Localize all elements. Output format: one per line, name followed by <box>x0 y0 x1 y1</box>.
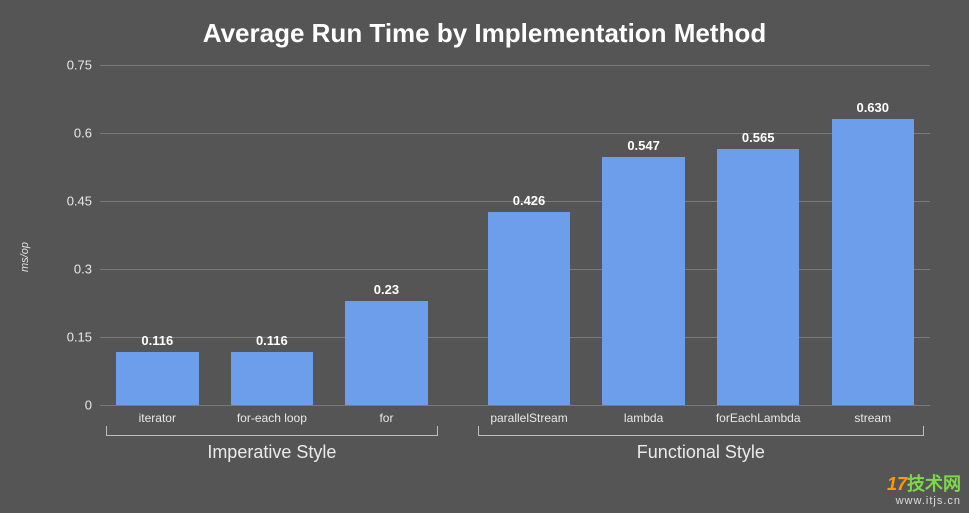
group: Imperative Style <box>100 426 444 472</box>
bar: 0.116 <box>231 352 313 405</box>
watermark: 17技术网 www.itjs.cn <box>887 475 961 507</box>
y-tick-label: 0.45 <box>52 194 92 209</box>
bar-slot: 0.547 <box>586 65 701 405</box>
bars-container: 0.1160.1160.230.4260.5470.5650.630 <box>100 65 930 405</box>
bar: 0.116 <box>116 352 198 405</box>
bar-slot: 0.23 <box>329 65 444 405</box>
bar-slot: 0.116 <box>100 65 215 405</box>
watermark-url: www.itjs.cn <box>887 495 961 507</box>
bar: 0.565 <box>717 149 799 405</box>
group-bracket <box>106 426 438 436</box>
bar: 0.547 <box>602 157 684 405</box>
bar-value-label: 0.547 <box>602 138 684 157</box>
y-tick-label: 0.3 <box>52 262 92 277</box>
y-axis-label: ms/op <box>19 242 31 272</box>
bar-value-label: 0.426 <box>488 193 570 212</box>
x-tick-label: parallelStream <box>472 405 587 425</box>
bar-slot: 0.630 <box>815 65 930 405</box>
watermark-brand: 17技术网 <box>887 475 961 495</box>
x-tick-label: forEachLambda <box>701 405 816 425</box>
bar-slot: 0.116 <box>215 65 330 405</box>
x-tick-label: iterator <box>100 405 215 425</box>
group-bracket <box>478 426 924 436</box>
y-tick-label: 0.75 <box>52 58 92 73</box>
chart-title: Average Run Time by Implementation Metho… <box>0 0 969 49</box>
bar-value-label: 0.116 <box>231 333 313 352</box>
group: Functional Style <box>472 426 930 472</box>
bar-value-label: 0.630 <box>832 100 914 119</box>
y-tick-label: 0.6 <box>52 126 92 141</box>
x-tick-label: for <box>329 405 444 425</box>
bar: 0.426 <box>488 212 570 405</box>
x-tick-label: for-each loop <box>215 405 330 425</box>
bar-slot: 0.565 <box>701 65 816 405</box>
y-tick-label: 0.15 <box>52 330 92 345</box>
group-label: Functional Style <box>472 442 930 463</box>
bar: 0.630 <box>832 119 914 405</box>
bar-value-label: 0.116 <box>116 333 198 352</box>
plot-area: 00.150.30.450.60.75 0.1160.1160.230.4260… <box>100 65 930 405</box>
x-axis: iteratorfor-each loopfor parallelStreamla… <box>100 405 930 425</box>
group-label: Imperative Style <box>100 442 444 463</box>
bar-value-label: 0.565 <box>717 130 799 149</box>
bar: 0.23 <box>345 301 427 405</box>
y-tick-label: 0 <box>52 398 92 413</box>
bar-slot: 0.426 <box>472 65 587 405</box>
bar-value-label: 0.23 <box>345 282 427 301</box>
group-labels: Imperative Style Functional Style <box>100 426 930 472</box>
x-tick-label: stream <box>815 405 930 425</box>
x-tick-label: lambda <box>586 405 701 425</box>
